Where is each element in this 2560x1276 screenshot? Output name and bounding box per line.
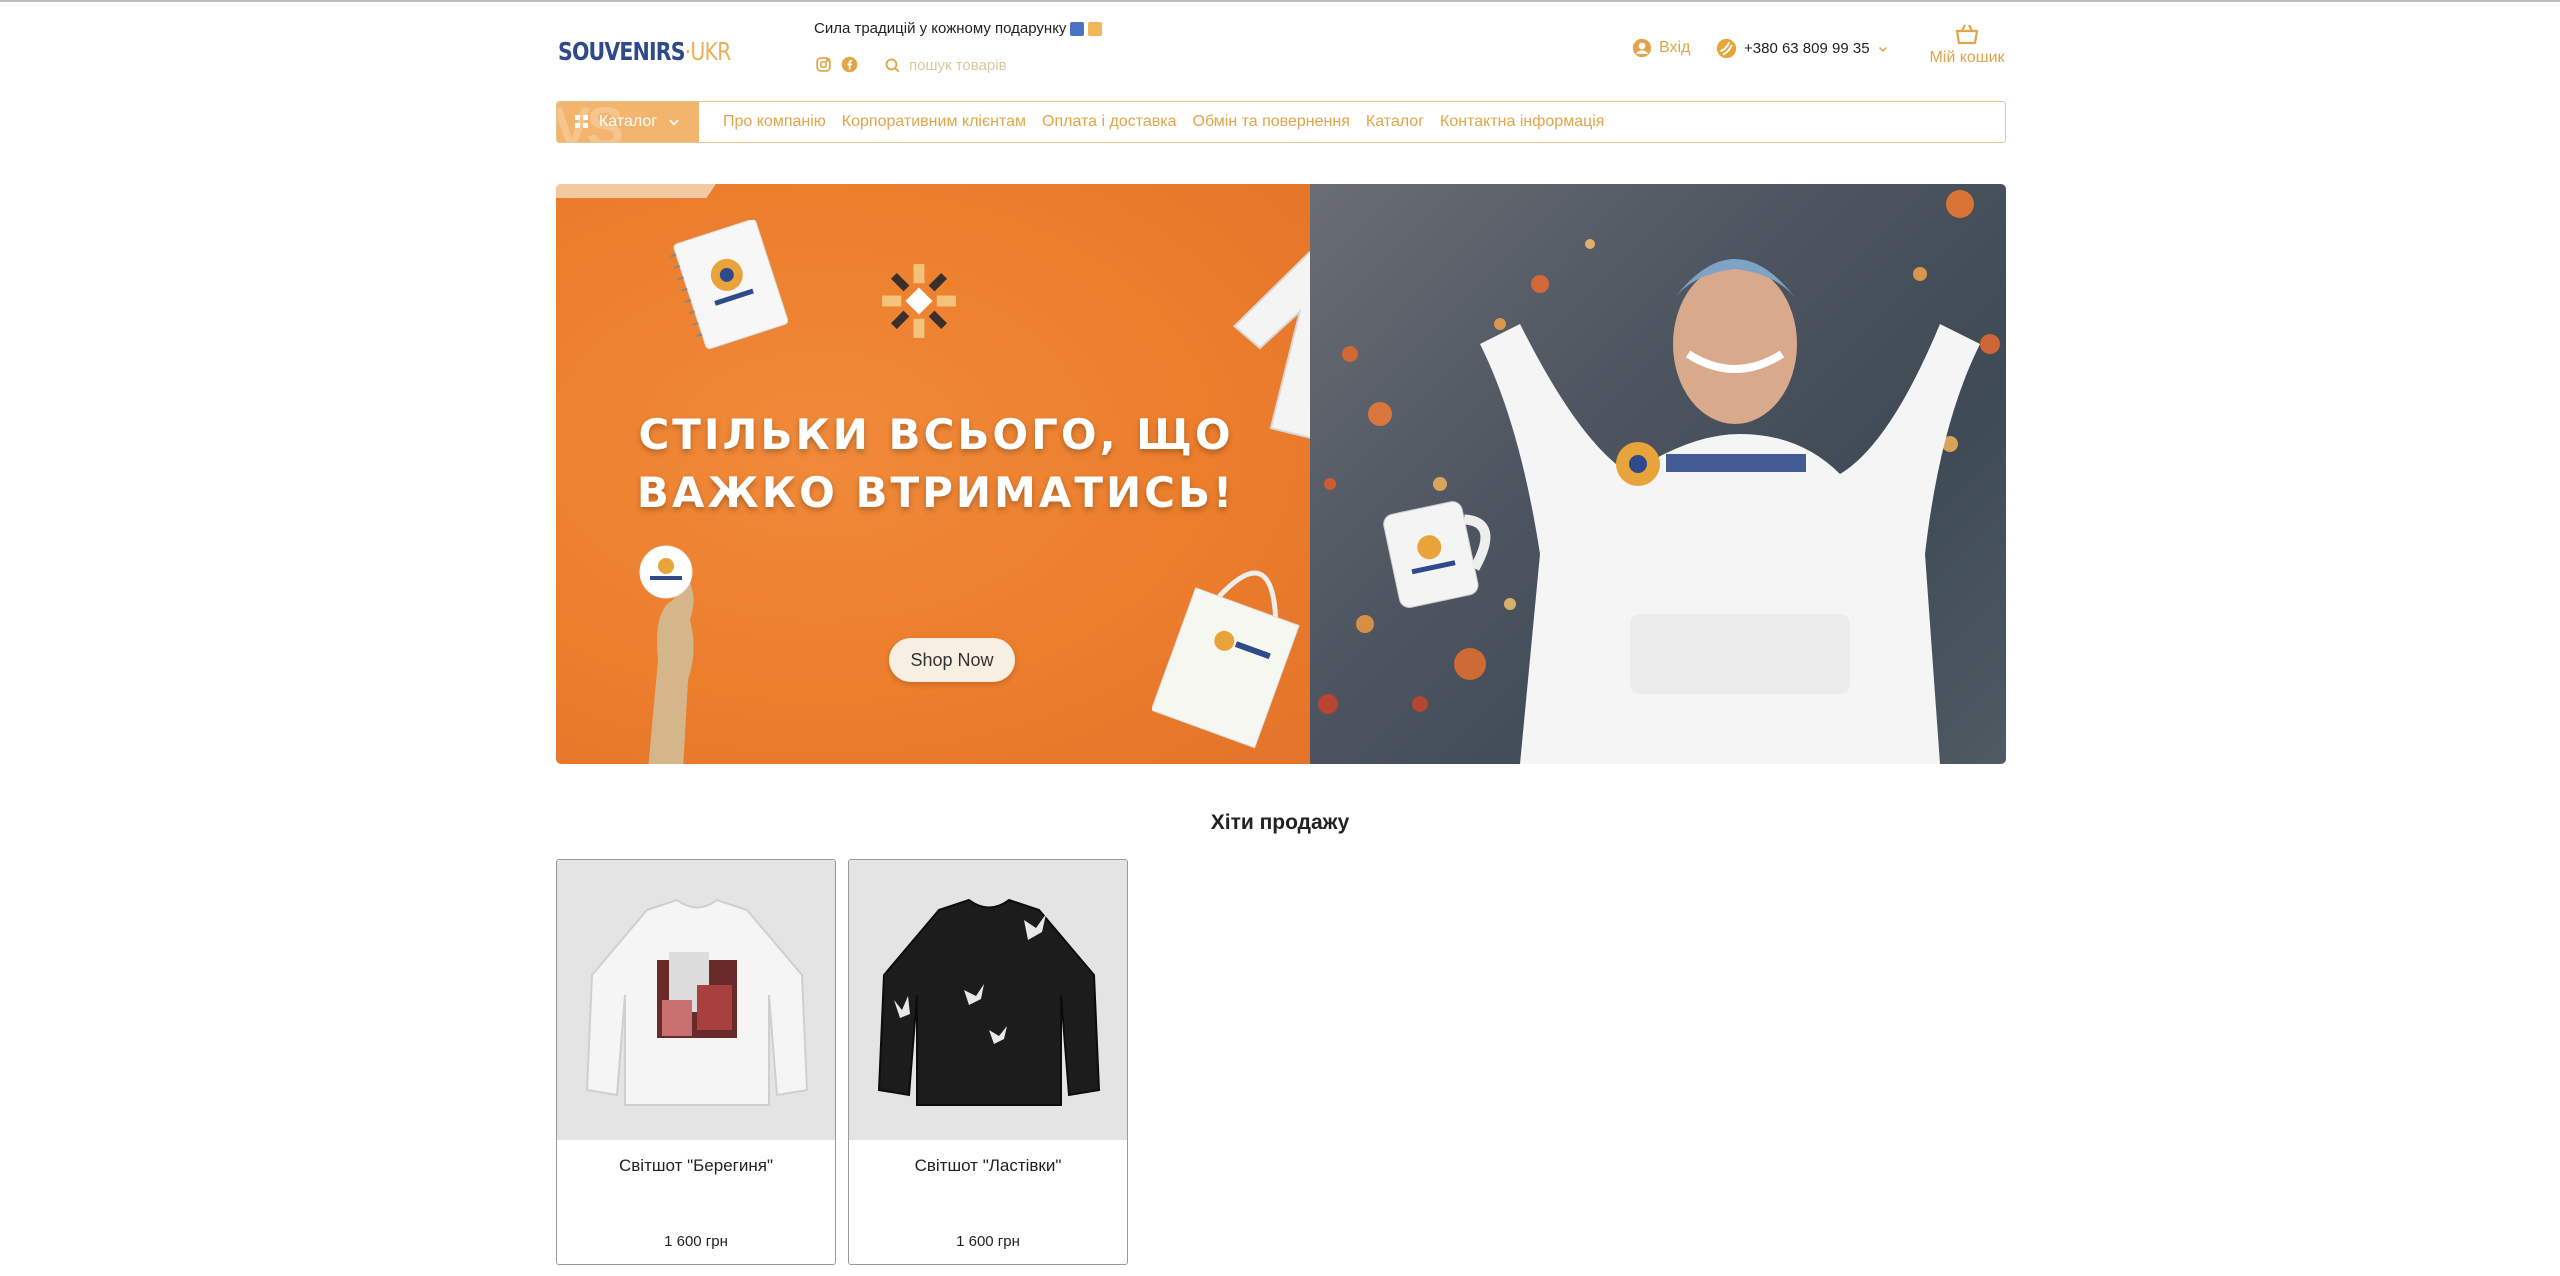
- login-label: Вхід: [1659, 39, 1691, 56]
- product-name[interactable]: Світшот "Берегиня": [557, 1156, 835, 1176]
- tagline-text: Сила традицій у кожному подарунку: [814, 20, 1067, 37]
- nav-link-contacts[interactable]: Контактна інформація: [1440, 113, 1604, 131]
- hero-headline: СТІЛЬКИ ВСЬОГО, ЩО ВАЖКО ВТРИМАТИСЬ!: [556, 406, 1310, 522]
- catalog-button-label: Каталог: [598, 113, 658, 130]
- product-image[interactable]: [557, 860, 835, 1140]
- user-icon: [1632, 38, 1652, 58]
- nav-link-payment-delivery[interactable]: Оплата і доставка: [1042, 113, 1177, 131]
- nav-link-returns[interactable]: Обмін та повернення: [1193, 113, 1350, 131]
- basket-icon: [1955, 24, 1979, 45]
- nav-link-corporate[interactable]: Корпоративним клієнтам: [842, 113, 1026, 131]
- hero-photo-panel: [1310, 184, 2006, 764]
- search-icon[interactable]: [884, 57, 901, 74]
- top-border: [0, 0, 2560, 2]
- cart-button[interactable]: Мій кошик: [1926, 22, 2008, 67]
- phone-dropdown[interactable]: +380 63 809 99 35: [1716, 38, 1889, 59]
- search-bar: [884, 52, 1184, 78]
- hero-logo-image: [882, 264, 956, 338]
- phone-operator-icon: [1716, 38, 1737, 59]
- chevron-down-icon: [669, 119, 679, 126]
- product-price: 1 600 грн: [664, 1233, 728, 1250]
- chevron-down-icon: [1878, 46, 1887, 52]
- login-link[interactable]: Вхід: [1632, 38, 1690, 58]
- phone-number: +380 63 809 99 35: [1744, 40, 1870, 57]
- cart-label: Мій кошик: [1929, 49, 2005, 66]
- hero-banner[interactable]: СТІЛЬКИ ВСЬОГО, ЩО ВАЖКО ВТРИМАТИСЬ! Sho…: [556, 184, 2006, 764]
- product-name[interactable]: Світшот "Ластівки": [849, 1156, 1127, 1176]
- tagline: Сила традицій у кожному подарунку: [814, 20, 1103, 37]
- hero-headline-line2: ВАЖКО ВТРИМАТИСЬ!: [636, 468, 1236, 517]
- product-card-berehynia[interactable]: Світшот "Берегиня" 1 600 грн: [556, 859, 836, 1265]
- white-sweatshirt-image: [585, 898, 809, 1106]
- notebook-image: [670, 220, 788, 350]
- main-nav: VS Каталог Про компанію Корпоративним кл…: [556, 101, 2006, 143]
- logo-wordmark: SOUVENIRS·UKR: [558, 36, 731, 66]
- nav-link-about[interactable]: Про компанію: [723, 113, 826, 131]
- hero-corner-tab: [556, 184, 716, 198]
- hero-orange-panel: СТІЛЬКИ ВСЬОГО, ЩО ВАЖКО ВТРИМАТИСЬ! Sho…: [556, 184, 1310, 764]
- catalog-dropdown-button[interactable]: VS Каталог: [557, 102, 699, 142]
- product-image[interactable]: [849, 860, 1127, 1140]
- nav-link-catalog[interactable]: Каталог: [1366, 113, 1424, 131]
- model-photo: [1480, 259, 1980, 764]
- wooden-hand-image: [639, 545, 694, 764]
- black-sweatshirt-image: [877, 898, 1101, 1106]
- flag-blue-square: [1070, 21, 1085, 36]
- product-price: 1 600 грн: [956, 1233, 1020, 1250]
- search-input[interactable]: [909, 56, 1159, 74]
- product-card-lastivky[interactable]: Світшот "Ластівки" 1 600 грн: [848, 859, 1128, 1265]
- shop-now-button[interactable]: Shop Now: [889, 638, 1015, 682]
- hero-headline-line1: СТІЛЬКИ ВСЬОГО, ЩО: [638, 410, 1234, 459]
- nav-links: Про компанію Корпоративним клієнтам Опла…: [723, 113, 1604, 131]
- site-logo[interactable]: SOUVENIRS·UKR: [556, 20, 766, 82]
- site-header: SOUVENIRS·UKR Сила традицій у кожному по…: [556, 18, 2006, 88]
- bestsellers-title: Хіти продажу: [1210, 811, 1350, 834]
- grid-icon: [574, 115, 588, 128]
- instagram-icon[interactable]: [814, 55, 832, 73]
- tote-bag-image: [1152, 570, 1300, 749]
- social-links: [814, 55, 858, 73]
- flag-yellow-square: [1088, 21, 1103, 36]
- facebook-icon[interactable]: [840, 55, 858, 73]
